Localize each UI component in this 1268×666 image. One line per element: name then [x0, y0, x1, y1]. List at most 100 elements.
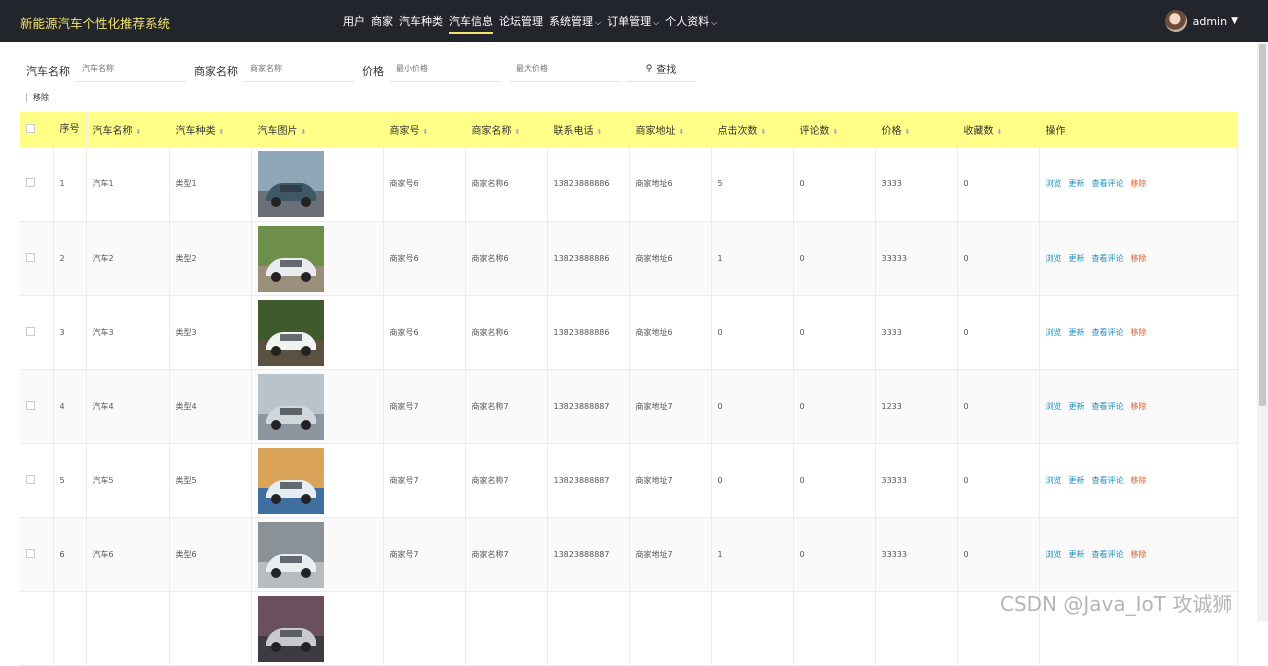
col-merchant-name[interactable]: 商家名称 ⬍	[465, 112, 548, 147]
table-header: 序号 汽车名称 ⬍ 汽车种类 ⬍ 汽车图片 ⬍ 商家号 ⬍ 商家名称 ⬍ 联系电话 ⬍ 商家…	[20, 112, 1238, 147]
car-image[interactable]	[257, 447, 324, 514]
view-button[interactable]: 浏览	[1046, 550, 1062, 559]
sort-icon[interactable]: ⬍	[679, 128, 685, 136]
sort-icon[interactable]: ⬍	[136, 128, 142, 136]
search-button[interactable]: ⚲ 查找	[626, 56, 696, 82]
view-comments-button[interactable]: 查看评论	[1092, 179, 1124, 188]
update-button[interactable]: 更新	[1069, 254, 1085, 263]
sort-icon[interactable]: ⬍	[515, 128, 521, 136]
sort-icon[interactable]: ⬍	[761, 128, 767, 136]
sort-icon[interactable]: ⬍	[997, 128, 1003, 136]
sort-icon[interactable]: ⬍	[219, 128, 225, 136]
view-button[interactable]: 浏览	[1046, 402, 1062, 411]
nav-item-label: 汽车信息	[449, 15, 493, 28]
view-comments-button[interactable]: 查看评论	[1092, 476, 1124, 485]
view-button[interactable]: 浏览	[1046, 328, 1062, 337]
remove-button[interactable]: 移除	[1131, 550, 1147, 559]
user-menu[interactable]: admin ▼	[1164, 10, 1238, 32]
cell-index	[53, 591, 87, 666]
username[interactable]: admin	[1193, 15, 1227, 28]
batch-remove-label[interactable]: 移除	[33, 92, 49, 103]
view-button[interactable]: 浏览	[1046, 476, 1062, 485]
remove-button[interactable]: 移除	[1131, 476, 1147, 485]
col-phone[interactable]: 联系电话 ⬍	[547, 112, 630, 147]
view-comments-button[interactable]: 查看评论	[1092, 328, 1124, 337]
col-car-name[interactable]: 汽车名称 ⬍	[86, 112, 170, 147]
car-name-input[interactable]	[76, 56, 186, 82]
row-checkbox[interactable]	[26, 178, 35, 188]
row-select-cell[interactable]	[20, 295, 54, 370]
update-button[interactable]: 更新	[1069, 328, 1085, 337]
car-image[interactable]	[257, 225, 324, 292]
nav-item[interactable]: 系统管理 ⌵	[549, 0, 601, 42]
max-price-input[interactable]	[510, 56, 620, 82]
car-image[interactable]	[257, 299, 324, 366]
nav-item[interactable]: 用户	[343, 0, 365, 42]
row-checkbox[interactable]	[26, 548, 35, 558]
row-select-cell[interactable]	[20, 591, 54, 666]
vertical-scrollbar[interactable]	[1257, 42, 1268, 621]
col-price[interactable]: 价格 ⬍	[875, 112, 958, 147]
update-button[interactable]: 更新	[1069, 179, 1085, 188]
row-select-cell[interactable]	[20, 443, 54, 518]
cell-merchant-name	[465, 591, 548, 666]
update-button[interactable]: 更新	[1069, 476, 1085, 485]
car-image[interactable]	[257, 595, 324, 662]
update-button[interactable]: 更新	[1069, 550, 1085, 559]
nav-item[interactable]: 汽车种类	[399, 0, 443, 42]
view-comments-button[interactable]: 查看评论	[1092, 402, 1124, 411]
sort-icon[interactable]: ⬍	[905, 128, 911, 136]
nav-item[interactable]: 订单管理 ⌵	[607, 0, 659, 42]
col-address[interactable]: 商家地址 ⬍	[629, 112, 712, 147]
remove-button[interactable]: 移除	[1131, 328, 1147, 337]
nav-item[interactable]: 论坛管理	[499, 0, 543, 42]
cell-car-name	[86, 591, 170, 666]
view-button[interactable]: 浏览	[1046, 254, 1062, 263]
col-label: 评论数	[799, 126, 830, 137]
row-select-cell[interactable]	[20, 221, 54, 296]
car-image[interactable]	[257, 151, 324, 218]
col-comments[interactable]: 评论数 ⬍	[793, 112, 876, 147]
update-button[interactable]: 更新	[1069, 402, 1085, 411]
cell-index: 6	[53, 517, 87, 592]
car-image[interactable]	[257, 521, 324, 588]
col-favorites[interactable]: 收藏数 ⬍	[957, 112, 1040, 147]
sort-icon[interactable]: ⬍	[423, 128, 429, 136]
col-car-image[interactable]: 汽车图片 ⬍	[251, 112, 384, 147]
row-select-cell[interactable]	[20, 147, 54, 222]
row-checkbox[interactable]	[26, 400, 35, 410]
caret-down-icon[interactable]: ▼	[1231, 16, 1238, 26]
col-clicks[interactable]: 点击次数 ⬍	[711, 112, 794, 147]
scroll-thumb[interactable]	[1259, 44, 1266, 406]
row-select-cell[interactable]	[20, 517, 54, 592]
col-merchant-no[interactable]: 商家号 ⬍	[383, 112, 466, 147]
row-checkbox[interactable]	[26, 326, 35, 336]
select-all-checkbox[interactable]	[26, 123, 35, 133]
view-comments-button[interactable]: 查看评论	[1092, 254, 1124, 263]
merchant-name-input[interactable]	[244, 56, 354, 82]
car-image[interactable]	[257, 373, 324, 440]
row-checkbox[interactable]	[26, 252, 35, 262]
row-select-cell[interactable]	[20, 369, 54, 444]
sort-icon[interactable]: ⬍	[597, 128, 603, 136]
batch-remove-button[interactable]: 移除	[26, 92, 49, 103]
sort-icon[interactable]: ⬍	[833, 128, 839, 136]
search-button-label: 查找	[656, 65, 677, 76]
nav-item[interactable]: 汽车信息	[449, 0, 493, 42]
col-car-type[interactable]: 汽车种类 ⬍	[169, 112, 252, 147]
select-all-cell[interactable]	[20, 112, 54, 147]
view-button[interactable]: 浏览	[1046, 179, 1062, 188]
nav-item[interactable]: 个人资料 ⌵	[665, 0, 717, 42]
min-price-input[interactable]	[390, 56, 500, 82]
cell-car-type	[169, 591, 252, 666]
cell-actions: 浏览 更新 查看评论 移除	[1039, 443, 1238, 518]
avatar[interactable]	[1164, 10, 1187, 32]
row-checkbox[interactable]	[26, 474, 35, 484]
remove-button[interactable]: 移除	[1131, 402, 1147, 411]
sort-icon[interactable]: ⬍	[301, 128, 307, 136]
nav-item[interactable]: 商家	[371, 0, 393, 42]
remove-button[interactable]: 移除	[1131, 254, 1147, 263]
view-comments-button[interactable]: 查看评论	[1092, 550, 1124, 559]
remove-button[interactable]: 移除	[1131, 179, 1147, 188]
cell-index: 2	[53, 221, 87, 296]
